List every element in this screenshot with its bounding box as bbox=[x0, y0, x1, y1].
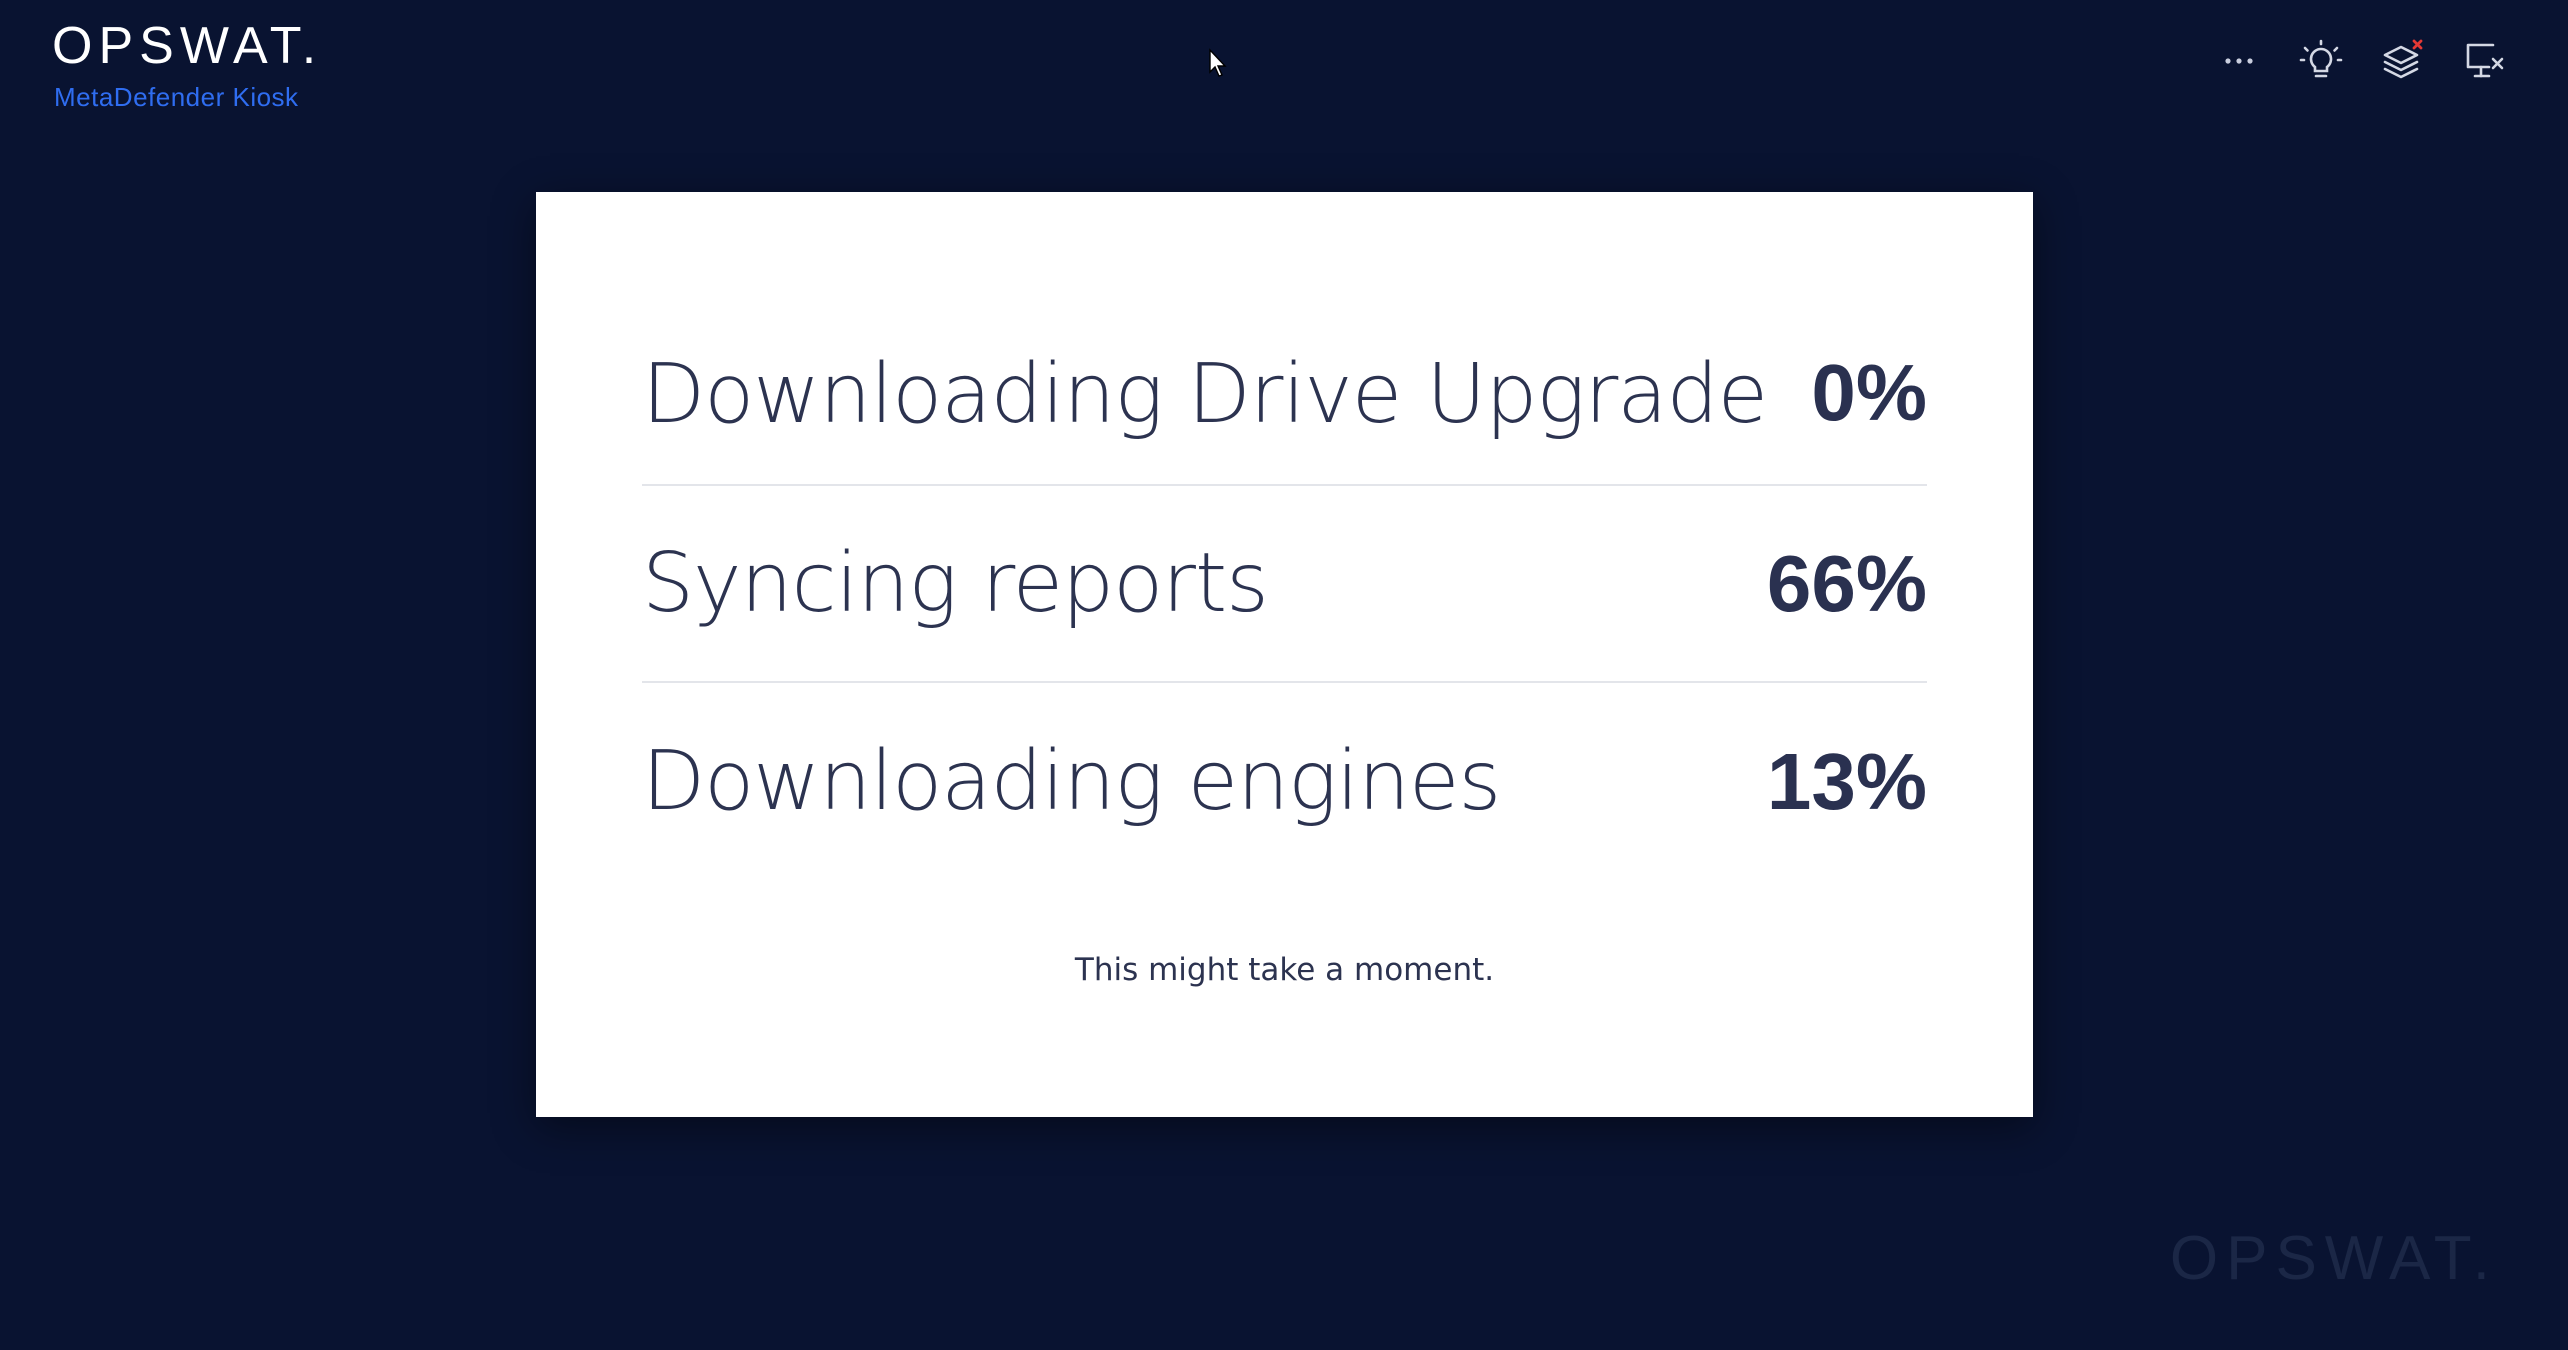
progress-percent: 66% bbox=[1766, 538, 1927, 628]
progress-label: Downloading engines bbox=[642, 734, 1501, 829]
layers-alert-icon bbox=[2383, 39, 2423, 79]
progress-list: Downloading Drive Upgrade 0% Syncing rep… bbox=[642, 337, 1927, 880]
engines-status-button[interactable] bbox=[2380, 38, 2426, 84]
progress-percent: 0% bbox=[1811, 348, 1927, 437]
more-icon bbox=[2225, 58, 2253, 64]
opswat-watermark: OPSWAT. bbox=[2169, 1224, 2498, 1293]
progress-label: Downloading Drive Upgrade bbox=[642, 347, 1768, 442]
connection-status-button[interactable] bbox=[2462, 38, 2508, 84]
top-toolbar bbox=[2216, 38, 2508, 84]
product-name: MetaDefender Kiosk bbox=[54, 82, 299, 112]
progress-percent: 13% bbox=[1766, 736, 1927, 826]
progress-row-drive-upgrade: Downloading Drive Upgrade 0% bbox=[642, 337, 1927, 486]
mouse-cursor-icon bbox=[1209, 48, 1227, 77]
progress-row-syncing-reports: Syncing reports 66% bbox=[642, 486, 1927, 683]
tips-button[interactable] bbox=[2298, 38, 2344, 84]
lightbulb-icon bbox=[2299, 39, 2343, 78]
wait-note: This might take a moment. bbox=[1074, 952, 1495, 988]
update-progress-dialog: Downloading Drive Upgrade 0% Syncing rep… bbox=[536, 192, 2033, 1117]
more-button[interactable] bbox=[2216, 38, 2262, 84]
progress-row-engines: Downloading engines 13% bbox=[642, 683, 1927, 880]
monitor-disconnect-icon bbox=[2466, 43, 2504, 78]
kiosk-screen: OPSWAT. MetaDefender Kiosk Downloading D… bbox=[0, 0, 2568, 1350]
progress-label: Syncing reports bbox=[642, 536, 1269, 631]
brand: OPSWAT. MetaDefender Kiosk bbox=[52, 20, 322, 113]
opswat-logo: OPSWAT. bbox=[52, 17, 323, 75]
